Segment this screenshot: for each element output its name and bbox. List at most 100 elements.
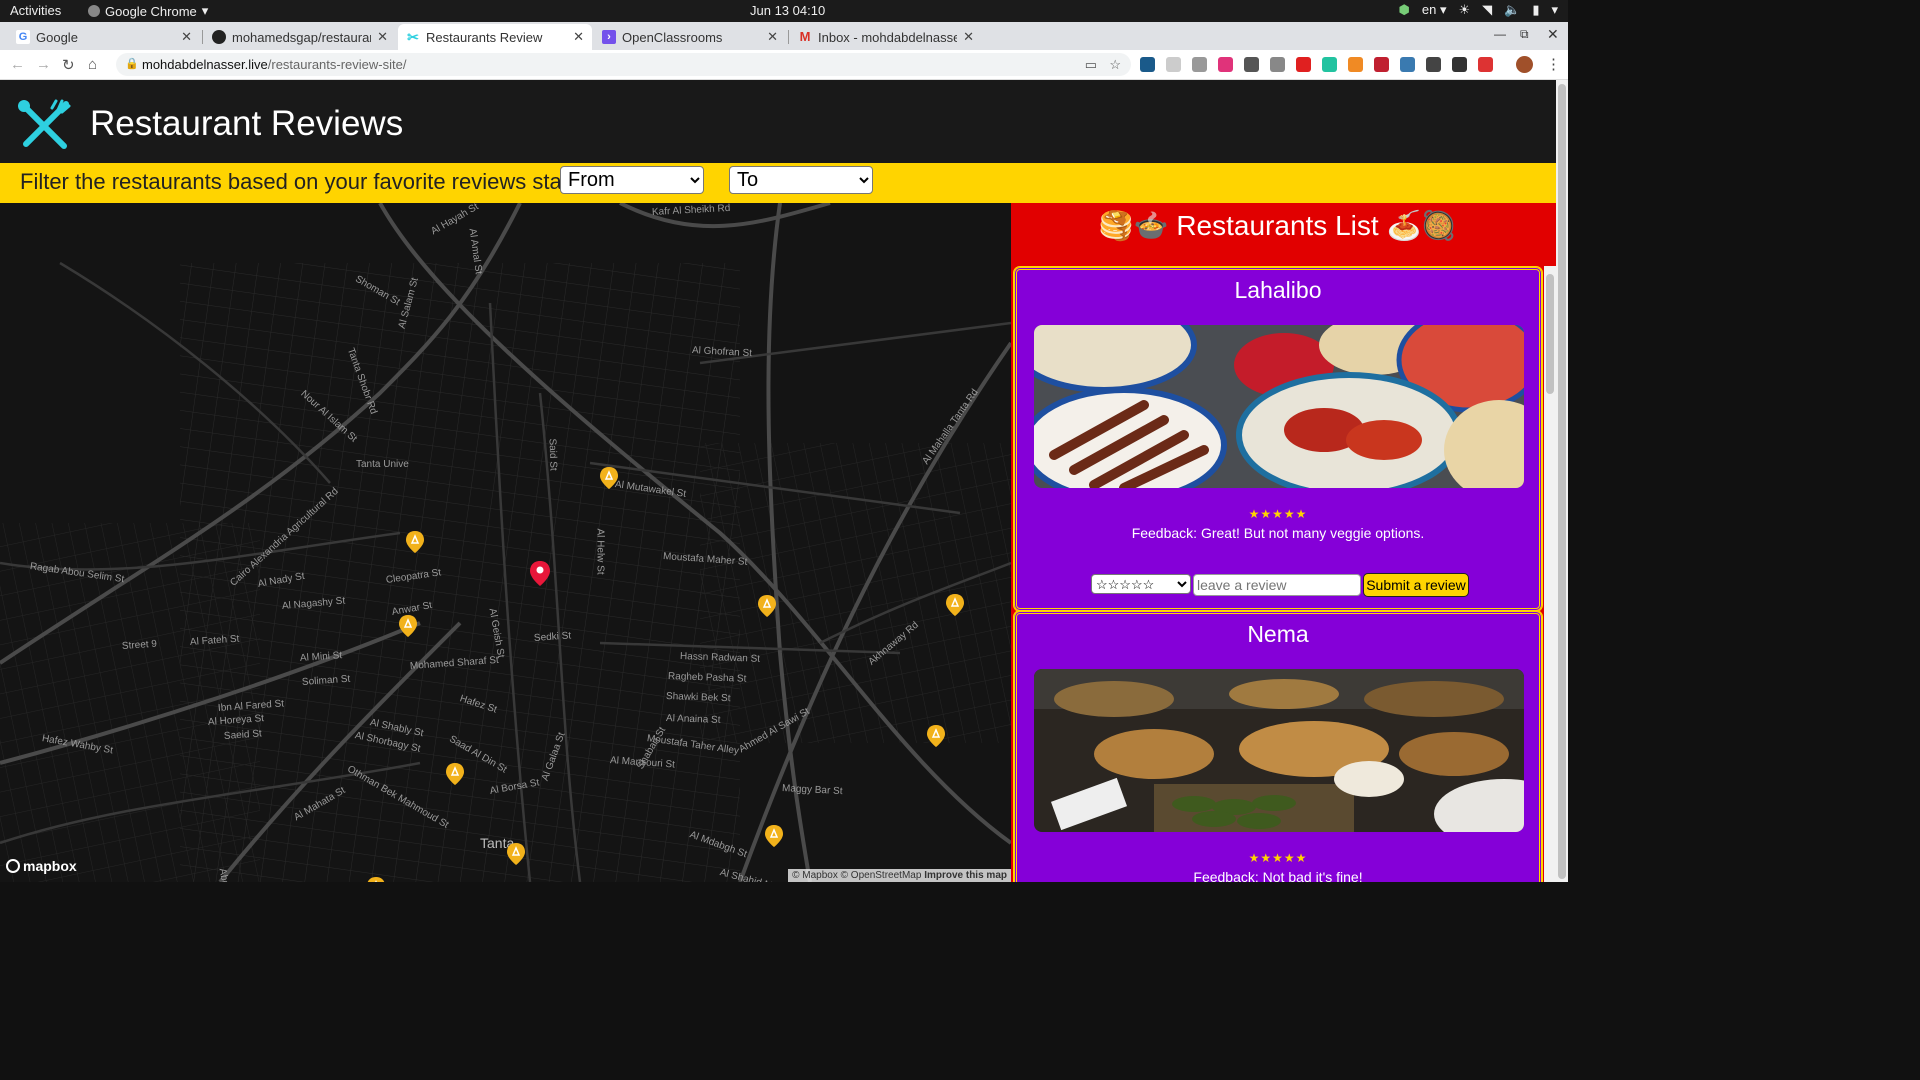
extension-icon[interactable] — [1218, 57, 1233, 72]
web-page: Restaurant Reviews Filter the restaurant… — [0, 80, 1556, 882]
gmail-icon: M — [799, 29, 811, 44]
tab-google[interactable]: G Google ✕ — [8, 24, 200, 50]
power-menu-icon: ▾ — [1551, 2, 1558, 17]
battery-icon: ▮ — [1532, 2, 1540, 17]
restaurant-pin-icon[interactable] — [366, 876, 386, 882]
tab-openclassrooms[interactable]: › OpenClassrooms ✕ — [594, 24, 786, 50]
reload-icon[interactable]: ↻ — [62, 56, 75, 74]
github-icon — [212, 30, 226, 44]
improve-map-link[interactable]: Improve this map — [924, 870, 1007, 881]
map[interactable]: Kafr Al Sheikh Rd Al Hayah St Al Amal St Sh… — [0, 203, 1011, 882]
restaurants-list-title: 🥞🍲 Restaurants List 🍝🥘 — [1011, 209, 1544, 242]
page-scrollbar[interactable] — [1556, 80, 1568, 882]
caret-down-icon: ▾ — [201, 3, 209, 18]
filter-bar: Filter the restaurants based on your fav… — [0, 163, 1556, 203]
restaurant-pin-icon[interactable] — [506, 842, 526, 866]
google-icon: G — [16, 30, 30, 44]
chrome-menu-icon[interactable]: ⋮ — [1546, 55, 1561, 73]
browser-toolbar: ← → ↻ ⌂ 🔒 mohdabdelnasser.live/restauran… — [0, 50, 1568, 80]
forward-icon[interactable]: → — [36, 56, 51, 73]
star-rating: ★★★★★ — [1248, 851, 1308, 865]
address-bar[interactable]: 🔒 mohdabdelnasser.live/restaurants-revie… — [116, 53, 1131, 76]
extension-icon[interactable] — [1296, 57, 1311, 72]
close-tab-icon[interactable]: ✕ — [767, 29, 778, 45]
attrib-mapbox[interactable]: © Mapbox — [792, 870, 838, 881]
extension-icon[interactable] — [1452, 57, 1467, 72]
mapbox-icon — [6, 859, 20, 873]
tab-github[interactable]: mohamedsgap/restauran ✕ — [204, 24, 396, 50]
submit-review-button[interactable]: Submit a review — [1363, 573, 1469, 597]
restaurant-pin-icon[interactable] — [764, 824, 784, 848]
close-tab-icon[interactable]: ✕ — [377, 29, 388, 45]
extension-icon[interactable] — [1244, 57, 1259, 72]
restaurant-pin-icon[interactable] — [445, 762, 465, 786]
restaurants-panel: 🥞🍲 Restaurants List 🍝🥘 Lahalibo ★★★★★ Fe… — [1011, 203, 1556, 882]
app-name: Google Chrome — [105, 3, 197, 19]
extension-icon[interactable] — [1192, 57, 1207, 72]
os-top-bar: Activities Google Chrome ▾ Jun 13 04:10 ⬢… — [0, 0, 1568, 22]
restore-icon[interactable]: ⧉ — [1520, 27, 1529, 42]
feedback-text: Feedback: Not bad it's fine! — [1193, 869, 1363, 882]
system-tray[interactable]: ⬢ en ▾ ☀ ◥ 🔈 ▮ ▾ — [1399, 2, 1559, 18]
app-menu[interactable]: Google Chrome ▾ — [88, 3, 208, 19]
extension-icon[interactable] — [1374, 57, 1389, 72]
street-label: Tanta Unive — [356, 459, 409, 470]
food-emoji-right: 🍝🥘 — [1386, 210, 1457, 241]
restaurant-card: Nema ★★★★★ Feedback: Not bad it's fine! — [1013, 610, 1543, 882]
restaurant-name: Lahalibo — [1234, 277, 1322, 303]
extension-icon[interactable] — [1478, 57, 1493, 72]
close-window-icon[interactable]: ✕ — [1547, 26, 1559, 43]
restaurant-photo — [1034, 669, 1524, 832]
list-title-text: Restaurants List — [1176, 210, 1379, 241]
current-location-marker[interactable] — [529, 560, 551, 588]
restaurant-pin-icon[interactable] — [757, 594, 777, 618]
filter-from-select[interactable]: From — [560, 166, 704, 194]
close-tab-icon[interactable]: ✕ — [181, 29, 192, 45]
extension-icon[interactable] — [1270, 57, 1285, 72]
extension-icon[interactable] — [1322, 57, 1337, 72]
bookmark-star-icon[interactable]: ☆ — [1109, 53, 1121, 76]
back-icon[interactable]: ← — [10, 56, 25, 73]
restaurant-pin-icon[interactable] — [405, 530, 425, 554]
brightness-icon: ☀ — [1458, 2, 1471, 17]
minimize-icon[interactable]: — — [1494, 27, 1506, 41]
map-attribution: © Mapbox © OpenStreetMap Improve this ma… — [788, 869, 1011, 882]
restaurant-pin-icon[interactable] — [599, 466, 619, 490]
restaurant-name: Nema — [1247, 621, 1309, 647]
food-emoji-left: 🥞🍲 — [1098, 210, 1169, 241]
street-label: Said St — [546, 438, 559, 471]
cast-icon[interactable]: ▭ — [1085, 53, 1097, 76]
review-input[interactable] — [1193, 574, 1361, 596]
close-tab-icon[interactable]: ✕ — [573, 29, 584, 45]
tab-gmail[interactable]: M Inbox - mohdabdelnasse ✕ — [790, 24, 982, 50]
chrome-icon — [88, 5, 100, 17]
tab-restaurants-review[interactable]: ✂ Restaurants Review ✕ — [398, 24, 592, 50]
feedback-text: Feedback: Great! But not many veggie opt… — [1131, 525, 1425, 541]
restaurant-pin-icon[interactable] — [926, 724, 946, 748]
utensils-icon: ✂ — [407, 29, 419, 45]
street-label: Al Anaina St — [665, 713, 721, 726]
lock-icon: 🔒 — [125, 58, 139, 70]
mapbox-logo[interactable]: mapbox — [6, 858, 77, 874]
filter-text: Filter the restaurants based on your fav… — [20, 169, 581, 194]
list-scrollbar[interactable] — [1544, 266, 1556, 882]
restaurant-pin-icon[interactable] — [398, 614, 418, 638]
street-label: Shawki Bek St — [665, 691, 731, 705]
close-tab-icon[interactable]: ✕ — [963, 29, 974, 45]
language-indicator[interactable]: en ▾ — [1422, 2, 1447, 18]
filter-to-select[interactable]: To — [729, 166, 873, 194]
star-rating: ★★★★★ — [1248, 507, 1308, 521]
extension-icon[interactable] — [1140, 57, 1155, 72]
restaurant-pin-icon[interactable] — [945, 593, 965, 617]
extension-icon[interactable] — [1426, 57, 1441, 72]
activities-button[interactable]: Activities — [10, 3, 61, 18]
rating-select[interactable]: ☆☆☆☆☆ — [1091, 574, 1191, 594]
extension-icon[interactable] — [1400, 57, 1415, 72]
attrib-osm[interactable]: © OpenStreetMap — [841, 870, 922, 881]
extension-icon[interactable] — [1348, 57, 1363, 72]
profile-avatar[interactable] — [1516, 56, 1533, 73]
restaurant-card: Lahalibo ★★★★★ Feedback: Great! But not … — [1013, 266, 1543, 612]
extension-icon[interactable] — [1166, 57, 1181, 72]
clock[interactable]: Jun 13 04:10 — [750, 3, 825, 18]
home-icon[interactable]: ⌂ — [88, 56, 97, 73]
